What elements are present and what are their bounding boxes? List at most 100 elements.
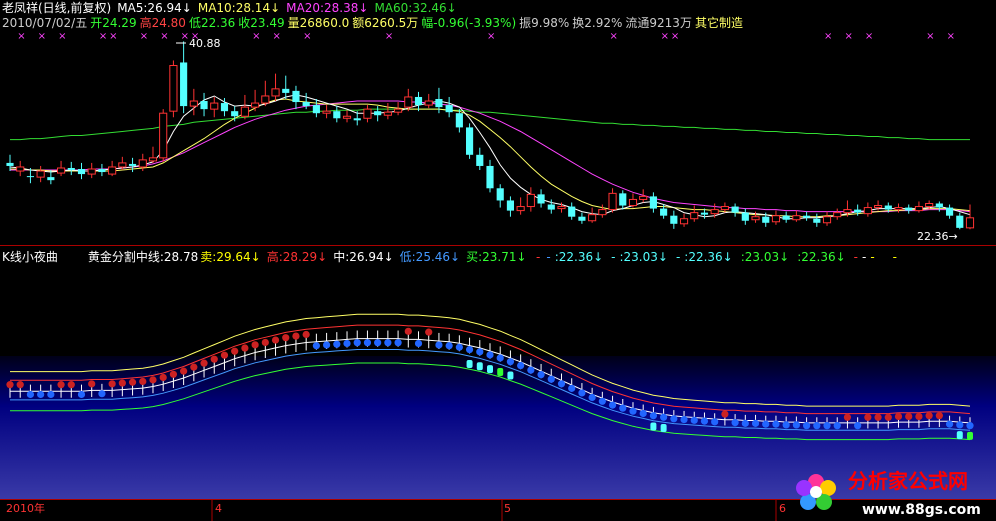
candle-body-down <box>956 215 964 228</box>
band-dot <box>547 375 555 383</box>
axis-label-apr: 4 <box>215 502 222 515</box>
max-price-label: 40.88 <box>189 37 221 50</box>
band-dot <box>190 363 198 371</box>
band-dot <box>854 422 862 430</box>
candle-body-down <box>77 169 86 175</box>
band-dot <box>823 422 831 430</box>
candle-body-down <box>6 162 14 166</box>
candle-body-down <box>578 216 586 221</box>
band-dot <box>905 412 913 421</box>
band-dot <box>762 420 770 428</box>
band-dot <box>353 339 361 347</box>
band-dot <box>26 390 35 399</box>
candle-body-up <box>771 215 781 223</box>
candle-body-down <box>200 101 208 110</box>
cross-mark: × <box>58 31 66 42</box>
band-dot <box>251 341 259 349</box>
trail-item: - <box>861 250 867 264</box>
band-dot <box>792 421 800 429</box>
candle-body-up <box>138 159 147 168</box>
band-dot <box>343 339 351 348</box>
watermark-text: 分析家公式网 <box>848 469 968 493</box>
band-dot <box>67 381 75 389</box>
gold-midline-value: 黄金分割中线:28.78 <box>87 250 199 264</box>
trail-item: - <box>853 250 858 264</box>
cross-mark: × <box>303 31 311 42</box>
band-dot <box>404 327 412 335</box>
band-dot <box>690 416 698 424</box>
candle-body-up <box>363 108 372 119</box>
band-dot <box>220 351 229 359</box>
band-dot <box>47 390 55 399</box>
candle-body-down <box>476 154 484 166</box>
band-dot <box>680 415 688 424</box>
candle-body-up <box>383 111 392 116</box>
flower-logo-icon <box>796 474 836 510</box>
band-dot <box>374 339 382 347</box>
candle-body-down <box>854 209 862 213</box>
signal-marker <box>967 431 973 440</box>
band-dot <box>445 342 453 350</box>
band-dot <box>506 358 515 366</box>
cross-mark: × <box>671 31 679 42</box>
candle-body-up <box>690 212 699 220</box>
candle-body-down <box>813 218 821 223</box>
candle-body-up <box>639 195 648 200</box>
signal-marker <box>466 360 473 369</box>
cross-mark: × <box>38 31 46 42</box>
candle-body-down <box>47 177 55 181</box>
band-dot <box>925 412 933 420</box>
candle-body-up <box>404 96 413 108</box>
candle-body-up <box>598 209 607 216</box>
cross-mark: × <box>844 31 852 42</box>
candle-body-up <box>925 203 934 208</box>
candle-body-down <box>128 163 137 166</box>
cross-mark: × <box>140 31 148 42</box>
cross-mark: × <box>160 31 168 42</box>
band-dot <box>751 419 760 427</box>
band-dot <box>588 393 596 402</box>
band-dot <box>282 334 290 342</box>
band-dot <box>782 421 790 429</box>
candle-body-up <box>526 193 535 208</box>
band-dot <box>731 419 739 427</box>
candle-body-down <box>700 212 709 215</box>
band-dot <box>639 409 647 418</box>
band-dot <box>517 361 525 370</box>
candle-body-up <box>189 100 198 107</box>
cross-mark: × <box>947 31 955 42</box>
candle-body-up <box>261 95 270 104</box>
band-dot <box>302 330 310 339</box>
buy-value: 买:23.71↓ <box>466 250 527 264</box>
candle-body-up <box>87 168 96 175</box>
band-dot <box>455 343 463 351</box>
candle-body-up <box>792 215 801 221</box>
cross-mark: × <box>824 31 832 42</box>
band-dot <box>271 336 280 344</box>
band-dot <box>864 413 872 421</box>
band-dot <box>231 347 239 355</box>
trail-item: :22.36↓ <box>554 250 604 264</box>
candle-body-up <box>822 216 832 224</box>
candle-body-down <box>180 62 188 107</box>
band-dot <box>98 390 106 398</box>
band-dot <box>16 381 24 389</box>
candle-body-down <box>455 113 463 128</box>
candle-body-up <box>108 166 117 175</box>
band-dot <box>598 397 606 405</box>
band-dot <box>384 339 392 347</box>
band-dot <box>312 342 320 350</box>
cross-mark: × <box>487 31 495 42</box>
band-dot <box>118 379 126 387</box>
band-dot <box>741 419 749 427</box>
sell-value: 卖:29.64↓ <box>200 250 261 264</box>
band-dot <box>843 413 852 421</box>
cross-mark: × <box>385 31 393 42</box>
candle-body-down <box>374 111 382 116</box>
candle-body-down <box>26 176 34 178</box>
band-dot <box>37 390 45 399</box>
candle-body-up <box>710 209 719 215</box>
candle-body-down <box>905 207 913 211</box>
candle-body-down <box>803 215 811 218</box>
band-dot <box>608 401 617 409</box>
